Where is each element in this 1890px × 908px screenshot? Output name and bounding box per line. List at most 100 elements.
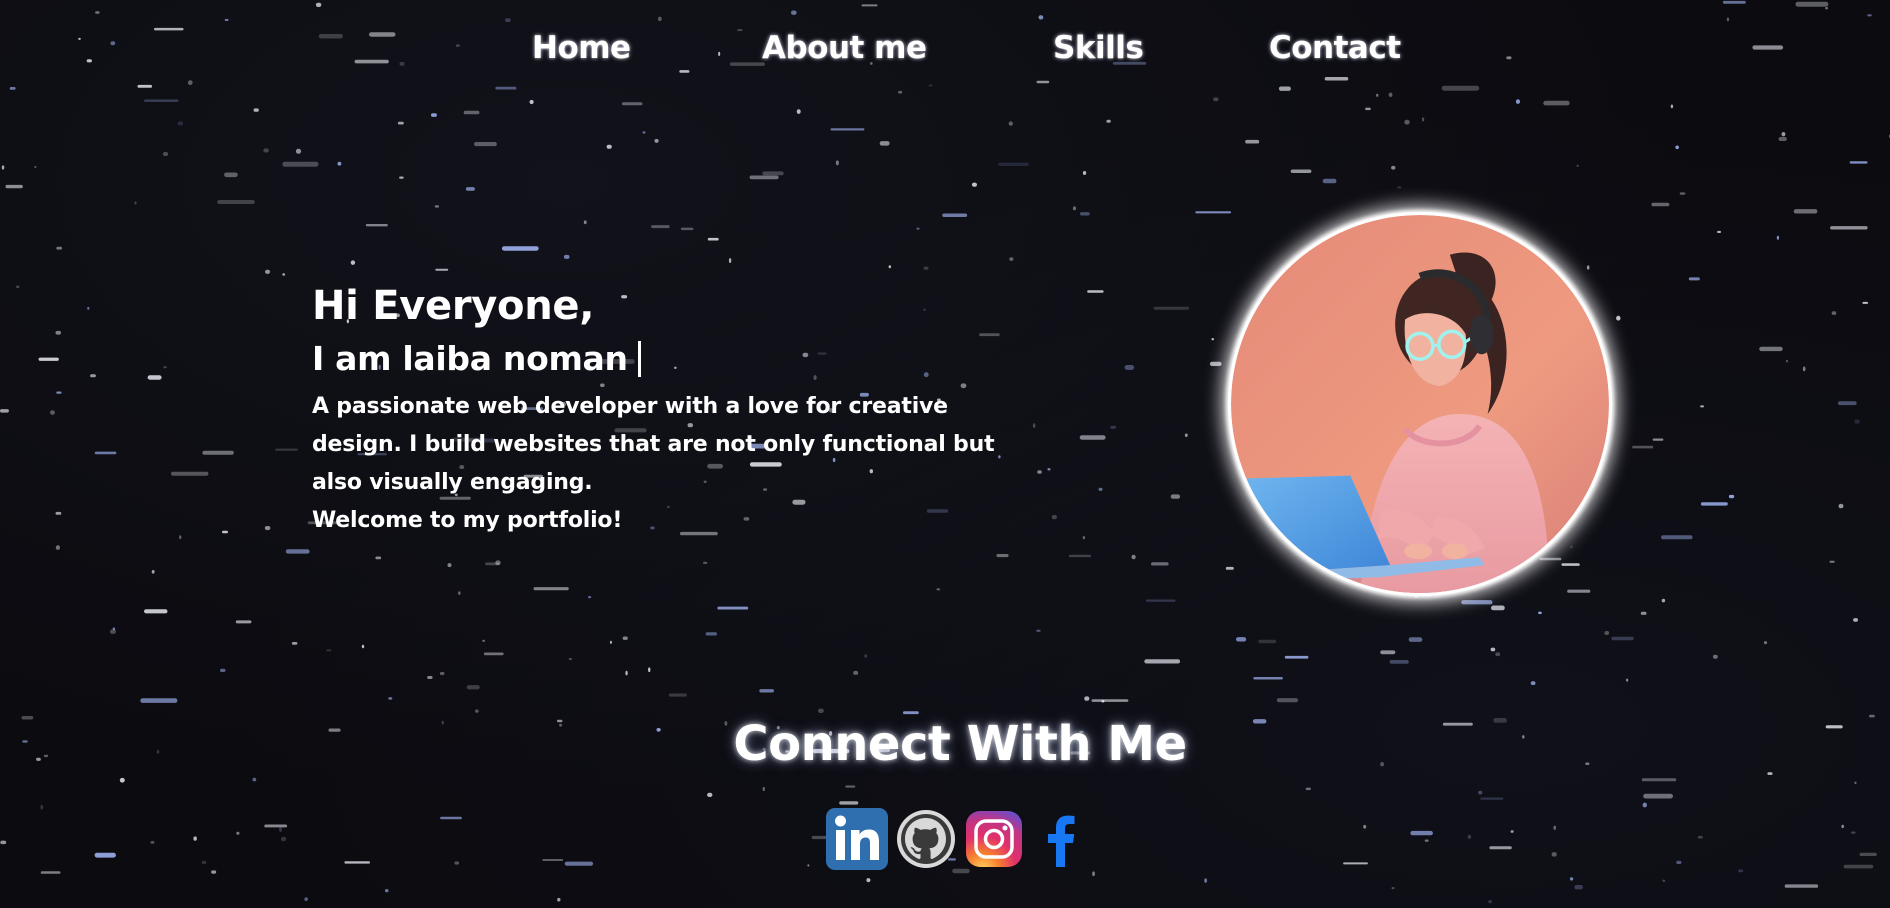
star: [179, 535, 182, 540]
star: [1717, 230, 1721, 233]
nav-about-link[interactable]: About me: [762, 30, 927, 66]
star: [150, 841, 155, 844]
star: [252, 777, 257, 782]
star: [1831, 311, 1837, 315]
star: [315, 2, 322, 8]
star: [151, 570, 155, 574]
star: [375, 556, 382, 560]
star: [861, 4, 878, 7]
star: [668, 693, 687, 697]
star: [95, 11, 100, 14]
star: [1793, 209, 1818, 214]
star: [1441, 85, 1480, 91]
star: [1676, 860, 1682, 864]
star: [90, 374, 96, 378]
star: [1009, 257, 1014, 261]
star: [1551, 852, 1557, 857]
star: [583, 220, 587, 225]
star: [5, 184, 23, 189]
star: [1153, 306, 1189, 310]
github-icon[interactable]: [896, 809, 956, 869]
star: [16, 285, 20, 288]
linkedin-icon[interactable]: [826, 808, 888, 870]
star: [1146, 599, 1176, 602]
facebook-icon[interactable]: [1032, 809, 1092, 869]
star: [1829, 560, 1835, 563]
star: [1838, 401, 1857, 406]
star: [55, 545, 60, 550]
profile-photo-frame: [1228, 212, 1612, 596]
star: [211, 870, 217, 874]
star: [1802, 366, 1806, 372]
star: [1072, 206, 1076, 211]
typing-caret: [637, 341, 641, 377]
star: [529, 99, 534, 105]
star: [1778, 137, 1787, 141]
star: [1422, 117, 1425, 122]
star: [1322, 178, 1337, 184]
instagram-icon[interactable]: [964, 809, 1024, 869]
star: [1092, 871, 1095, 877]
star: [1641, 778, 1677, 782]
star: [263, 148, 269, 153]
star: [1726, 17, 1730, 22]
star: [1491, 605, 1505, 611]
star: [609, 640, 612, 644]
nav-skills-link[interactable]: Skills: [1053, 30, 1144, 66]
star: [279, 827, 282, 832]
star: [463, 110, 480, 115]
star: [916, 227, 920, 230]
star: [1036, 80, 1050, 84]
star: [1543, 100, 1570, 106]
star: [1170, 494, 1181, 499]
star: [936, 588, 941, 591]
star: [898, 90, 903, 94]
star: [759, 689, 774, 693]
star: [0, 409, 9, 413]
star: [282, 273, 286, 276]
star: [1642, 802, 1647, 808]
star: [1712, 654, 1718, 659]
star: [222, 530, 228, 534]
star: [144, 609, 168, 614]
star: [187, 80, 193, 86]
star: [1539, 557, 1562, 561]
star: [1697, 835, 1703, 839]
star: [1859, 852, 1877, 856]
nav-home-link[interactable]: Home: [532, 30, 631, 66]
star: [1662, 879, 1666, 882]
star: [1389, 660, 1409, 664]
star: [1850, 831, 1856, 834]
star: [1038, 15, 1044, 20]
star: [1211, 338, 1214, 341]
star: [1151, 562, 1169, 566]
star: [1515, 99, 1520, 104]
star: [447, 563, 452, 568]
star: [1084, 696, 1090, 701]
star: [1124, 365, 1135, 370]
star: [1388, 92, 1393, 97]
star: [1236, 637, 1247, 642]
star: [1767, 772, 1773, 775]
star: [1538, 611, 1542, 615]
star: [642, 131, 646, 134]
star: [1567, 589, 1591, 593]
star: [866, 878, 871, 883]
star: [888, 265, 891, 269]
star: [830, 128, 865, 131]
main-nav: Home About me Skills Contact: [0, 30, 1890, 78]
star: [1209, 361, 1222, 366]
star: [542, 859, 564, 861]
star: [427, 676, 433, 679]
star: [501, 246, 539, 251]
star: [563, 254, 570, 259]
star: [1276, 698, 1299, 703]
star: [1626, 678, 1629, 682]
nav-contact-link[interactable]: Contact: [1269, 30, 1401, 66]
star: [1651, 202, 1670, 207]
star: [397, 121, 404, 125]
star: [1106, 119, 1111, 123]
star: [762, 786, 765, 792]
star: [217, 200, 255, 204]
star: [1670, 104, 1674, 109]
